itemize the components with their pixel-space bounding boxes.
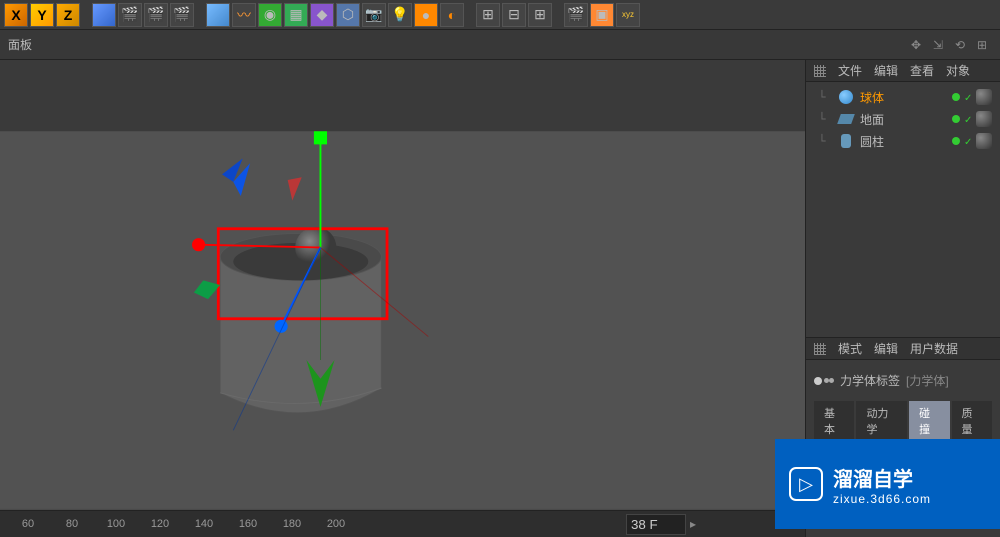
tree-line: └ [812,112,832,126]
toolbar-deformer-icon[interactable]: ◆ [310,3,334,27]
tab-collision[interactable]: 碰撞 [909,401,949,441]
axis-y-button[interactable]: Y [30,3,54,27]
tag-title-row: 力学体标签 [力学体] [814,368,992,393]
toolbar-project-icon[interactable]: ▣ [590,3,614,27]
timeline-tick: 200 [316,518,356,530]
cylinder-icon [838,133,854,149]
timeline-tick: 160 [228,518,268,530]
view-zoom-icon[interactable]: ⇲ [930,37,946,53]
scene-overlay [0,60,805,510]
object-toggles[interactable]: ✓ [952,133,998,149]
attr-panel-header: 模式 编辑 用户数据 [806,338,1000,360]
toolbar-take3-icon[interactable]: 🎬 [170,3,194,27]
object-name[interactable]: 地面 [860,111,946,128]
tree-line: └ [812,90,832,104]
object-toggles[interactable]: ✓ [952,111,998,127]
view-layout-icon[interactable]: ⊞ [974,37,990,53]
sphere-icon [838,89,854,105]
toolbar-spline-icon[interactable]: 〰 [232,3,256,27]
timeline-tick: 100 [96,518,136,530]
toolbar-render1-icon[interactable]: ● [414,3,438,27]
watermark: ▷ 溜溜自学 zixue.3d66.com [775,439,1000,529]
axis-z-button[interactable]: Z [56,3,80,27]
dynamics-tag-icon[interactable] [976,133,992,149]
timeline-tick: 140 [184,518,224,530]
hierarchy-sphere[interactable]: └ 球体 ✓ [808,86,998,108]
timeline-tick: 180 [272,518,312,530]
frame-stepper[interactable]: ▸ [690,517,696,531]
object-hierarchy[interactable]: └ 球体 ✓ └ 地面 ✓ └ 圆柱 ✓ [806,82,1000,337]
timeline-tick: 120 [140,518,180,530]
toolbar-light-icon[interactable]: 💡 [388,3,412,27]
watermark-logo-icon: ▷ [789,467,823,501]
toolbar-xyz-icon[interactable]: xyz [616,3,640,27]
panel-menu[interactable]: 面板 [8,36,32,53]
toolbar-layout1-icon[interactable]: ⊞ [476,3,500,27]
timeline-tick: 80 [52,518,92,530]
view-move-icon[interactable]: ✥ [908,37,924,53]
object-name[interactable]: 圆柱 [860,133,946,150]
toolbar-render2-icon[interactable]: ◐ [440,3,464,27]
toolbar-nurbs-icon[interactable]: ◉ [258,3,282,27]
object-menu-object[interactable]: 对象 [946,62,970,79]
panel-grip-icon[interactable] [814,343,826,355]
tree-line: └ [812,134,832,148]
object-menu-view[interactable]: 查看 [910,62,934,79]
timeline[interactable]: 60 80 100 120 140 160 180 200 [0,510,610,537]
view-rotate-icon[interactable]: ⟲ [952,37,968,53]
toolbar-layout3-icon[interactable]: ⊞ [528,3,552,27]
tab-mass[interactable]: 质量 [952,401,992,441]
attr-tabs: 基本 动力学 碰撞 质量 [814,401,992,441]
attr-menu-mode[interactable]: 模式 [838,340,862,357]
object-toggles[interactable]: ✓ [952,89,998,105]
tab-basic[interactable]: 基本 [814,401,854,441]
attr-menu-userdata[interactable]: 用户数据 [910,340,958,357]
3d-viewport[interactable]: 60 80 100 120 140 160 180 200 ▸ [0,60,805,537]
hierarchy-cylinder[interactable]: └ 圆柱 ✓ [808,130,998,152]
tag-subtitle: [力学体] [906,372,949,389]
attr-menu-edit[interactable]: 编辑 [874,340,898,357]
plane-icon [838,111,854,127]
toolbar-take1-icon[interactable]: 🎬 [118,3,142,27]
rigidbody-icon [814,377,834,385]
watermark-title: 溜溜自学 [833,463,931,492]
panel-grip-icon[interactable] [814,65,826,77]
object-menu-edit[interactable]: 编辑 [874,62,898,79]
object-menu-file[interactable]: 文件 [838,62,862,79]
dynamics-tag-icon[interactable] [976,111,992,127]
toolbar-cube-icon[interactable] [92,3,116,27]
timeline-tick: 60 [8,518,48,530]
viewport-menu-bar: 面板 ✥ ⇲ ⟲ ⊞ [0,30,1000,60]
timeline-ruler[interactable]: 60 80 100 120 140 160 180 200 [8,518,602,530]
hierarchy-floor[interactable]: └ 地面 ✓ [808,108,998,130]
dynamics-tag-icon[interactable] [976,89,992,105]
toolbar-primitive-icon[interactable] [206,3,230,27]
toolbar-layout2-icon[interactable]: ⊟ [502,3,526,27]
object-panel-header: 文件 编辑 查看 对象 [806,60,1000,82]
toolbar-take2-icon[interactable]: 🎬 [144,3,168,27]
top-toolbar: X Y Z 🎬 🎬 🎬 〰 ◉ ▦ ◆ ⬡ 📷 💡 ● ◐ ⊞ ⊟ ⊞ 🎬 ▣ … [0,0,1000,30]
current-frame-input[interactable] [626,514,686,535]
toolbar-environment-icon[interactable]: ⬡ [336,3,360,27]
axis-x-button[interactable]: X [4,3,28,27]
toolbar-extra1-icon[interactable]: 🎬 [564,3,588,27]
tag-title: 力学体标签 [840,372,900,389]
toolbar-array-icon[interactable]: ▦ [284,3,308,27]
tab-dynamics[interactable]: 动力学 [856,401,907,441]
toolbar-camera-icon[interactable]: 📷 [362,3,386,27]
object-name[interactable]: 球体 [860,89,946,106]
watermark-url: zixue.3d66.com [833,492,931,506]
